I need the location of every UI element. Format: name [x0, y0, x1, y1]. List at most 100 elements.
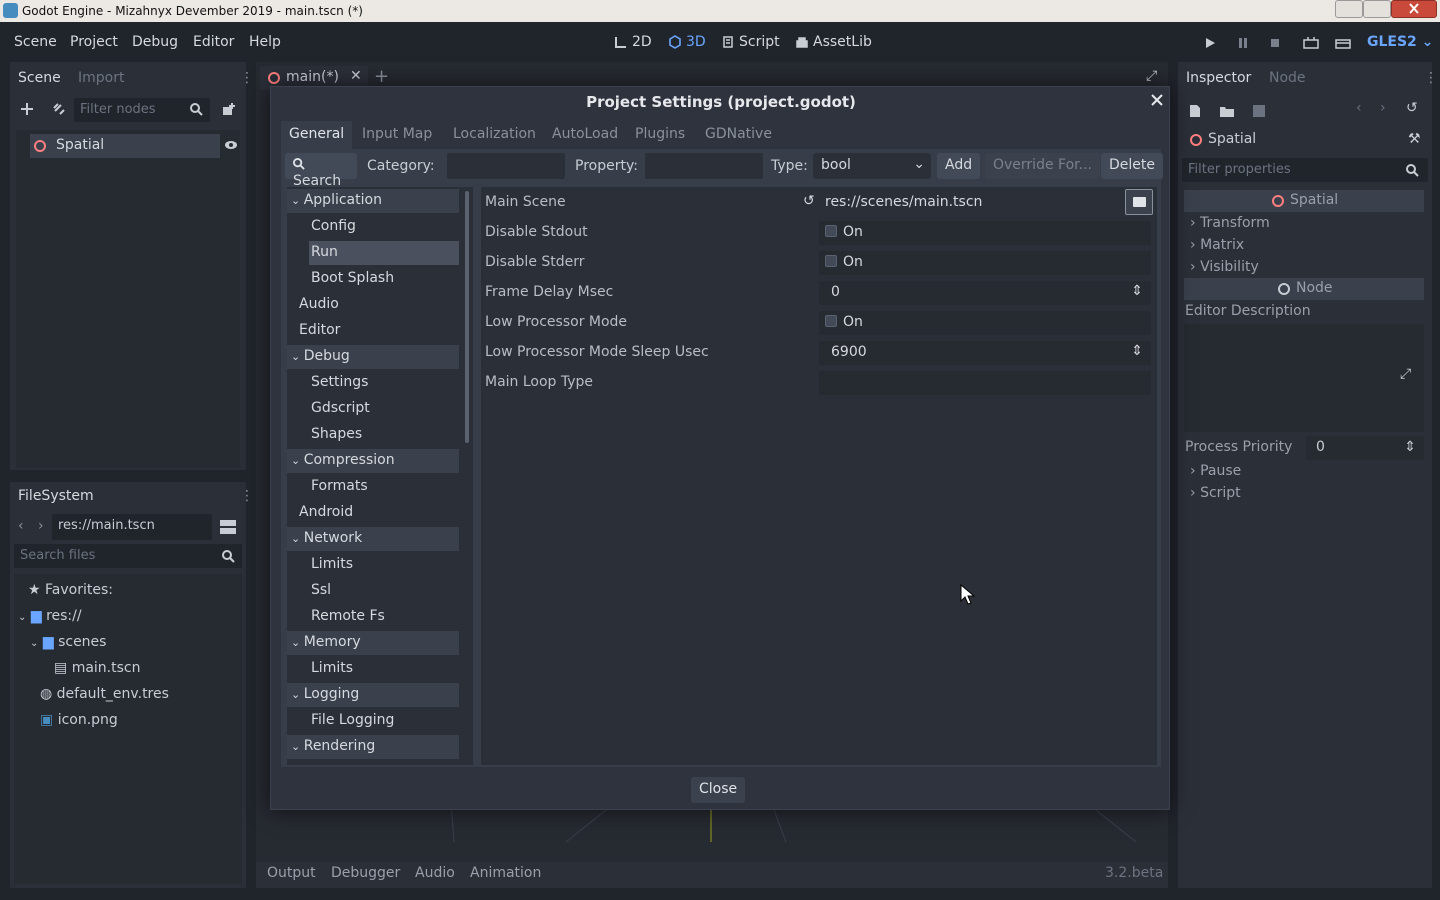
delete-button[interactable]: Delete: [1101, 153, 1163, 179]
workspace-assetlib[interactable]: AssetLib: [795, 34, 872, 50]
settings-tree-item[interactable]: Boot Splash: [309, 267, 459, 291]
dialog-close-button[interactable]: Close: [691, 777, 746, 803]
tab-import[interactable]: Import: [78, 70, 124, 86]
visibility-eye-icon[interactable]: [224, 139, 238, 151]
play-custom-scene-icon[interactable]: [1335, 36, 1351, 50]
settings-tree-item[interactable]: Limits: [309, 657, 459, 681]
settings-tree-item[interactable]: ⌄ Logging: [287, 683, 459, 707]
category-input[interactable]: [447, 153, 565, 179]
setting-text-editor[interactable]: [819, 371, 1151, 395]
tab-inspector[interactable]: Inspector: [1186, 70, 1251, 86]
process-priority-spinbox[interactable]: 0 ⇕: [1306, 436, 1424, 460]
override-for-button[interactable]: Override For...: [985, 153, 1100, 179]
settings-tree-item[interactable]: Run: [309, 241, 459, 265]
settings-tree-item[interactable]: Config: [309, 215, 459, 239]
settings-tree-item[interactable]: Settings: [309, 371, 459, 395]
settings-tree-item[interactable]: ⌄ Network: [287, 527, 459, 551]
browse-folder-button[interactable]: [1125, 189, 1153, 215]
tab-plugins[interactable]: Plugins: [627, 121, 693, 149]
forward-arrow-icon[interactable]: ›: [38, 518, 44, 534]
res-root-item[interactable]: ⌄ ▆ res://: [18, 608, 82, 624]
settings-tree-item[interactable]: Editor: [287, 319, 459, 343]
search-button[interactable]: Search: [285, 153, 357, 189]
tab-audio[interactable]: Audio: [415, 865, 455, 881]
inspector-menu-icon[interactable]: ⋮: [1424, 70, 1438, 86]
type-select[interactable]: bool ⌄: [813, 153, 931, 179]
icon-png-item[interactable]: ▣ icon.png: [40, 712, 118, 728]
setting-check-editor[interactable]: On: [819, 251, 1151, 275]
setting-check-editor[interactable]: On: [819, 221, 1151, 245]
section-script[interactable]: › Script: [1190, 485, 1241, 501]
section-spatial[interactable]: Spatial: [1184, 190, 1424, 212]
instance-scene-icon[interactable]: [222, 102, 236, 116]
settings-tree-item[interactable]: Remote Fs: [309, 605, 459, 629]
new-resource-icon[interactable]: [1188, 104, 1202, 118]
pause-icon[interactable]: [1236, 36, 1250, 50]
dock-menu-icon[interactable]: ⋮: [240, 70, 254, 86]
menu-editor[interactable]: Editor: [193, 34, 234, 50]
play-scene-icon[interactable]: [1303, 36, 1319, 50]
checkbox[interactable]: [825, 315, 837, 327]
maximize-button[interactable]: [1363, 0, 1391, 18]
add-tab-icon[interactable]: +: [374, 66, 389, 87]
history-icon[interactable]: ↺: [1406, 100, 1418, 116]
link-icon[interactable]: [52, 102, 66, 116]
section-visibility[interactable]: › Visibility: [1190, 259, 1259, 275]
spin-arrows-icon[interactable]: ⇕: [1131, 343, 1143, 359]
filesystem-path-field[interactable]: res://main.tscn: [52, 514, 212, 540]
tab-animation[interactable]: Animation: [470, 865, 541, 881]
settings-tree-item[interactable]: Limits: [309, 553, 459, 577]
open-folder-icon[interactable]: [1219, 104, 1235, 118]
settings-tree-item[interactable]: Android: [287, 501, 459, 525]
history-forward-icon[interactable]: ›: [1380, 100, 1386, 116]
settings-tree-item[interactable]: ⌄ Memory: [287, 631, 459, 655]
property-input[interactable]: [645, 153, 763, 179]
tab-node[interactable]: Node: [1269, 70, 1306, 86]
favorites-item[interactable]: ★ Favorites:: [28, 582, 113, 598]
menu-help[interactable]: Help: [249, 34, 281, 50]
menu-debug[interactable]: Debug: [132, 34, 178, 50]
menu-project[interactable]: Project: [70, 34, 118, 50]
spin-arrows-icon[interactable]: ⇕: [1131, 283, 1143, 299]
stop-icon[interactable]: [1268, 36, 1282, 50]
renderer-select[interactable]: GLES2 ⌄: [1367, 34, 1433, 50]
save-icon[interactable]: [1252, 104, 1266, 118]
close-window-button[interactable]: [1391, 0, 1437, 18]
scene-node-spatial[interactable]: Spatial: [30, 134, 220, 158]
revert-icon[interactable]: ↺: [803, 193, 815, 209]
distraction-free-icon[interactable]: ⤢: [1146, 68, 1157, 84]
expand-icon[interactable]: ⤢: [1400, 366, 1411, 382]
tab-scene[interactable]: Scene: [18, 70, 61, 86]
back-arrow-icon[interactable]: ‹: [18, 518, 24, 534]
tab-autoload[interactable]: AutoLoad: [544, 121, 626, 149]
add-node-icon[interactable]: [20, 102, 34, 116]
dialog-close-icon[interactable]: [1150, 93, 1164, 107]
tab-gdnative[interactable]: GDNative: [697, 121, 780, 149]
setting-spin-editor[interactable]: 6900 ⇕: [819, 341, 1151, 365]
setting-path-editor[interactable]: ↺ res://scenes/main.tscn: [803, 189, 1153, 215]
settings-tree-item[interactable]: Gdscript: [309, 397, 459, 421]
settings-tree-item[interactable]: ⌄ Rendering: [287, 735, 459, 759]
setting-check-editor[interactable]: On: [819, 311, 1151, 335]
add-button[interactable]: Add: [937, 153, 981, 179]
split-mode-icon[interactable]: [220, 520, 236, 534]
tab-debugger[interactable]: Debugger: [331, 865, 400, 881]
settings-tree-item[interactable]: ⌄ Application: [287, 189, 459, 213]
workspace-script[interactable]: Script: [721, 34, 780, 50]
minimize-button[interactable]: [1335, 0, 1363, 18]
search-files-input[interactable]: Search files: [14, 544, 242, 568]
settings-tree-item[interactable]: Formats: [309, 475, 459, 499]
filesystem-menu-icon[interactable]: ⋮: [240, 488, 254, 504]
setting-spin-editor[interactable]: 0 ⇕: [819, 281, 1151, 305]
editor-description-field[interactable]: [1184, 324, 1424, 432]
tab-output[interactable]: Output: [267, 865, 316, 881]
section-node[interactable]: Node: [1184, 278, 1424, 300]
tab-input-map[interactable]: Input Map: [354, 121, 440, 149]
checkbox[interactable]: [825, 255, 837, 267]
section-transform[interactable]: › Transform: [1190, 215, 1270, 231]
settings-tree-item[interactable]: Audio: [287, 293, 459, 317]
play-icon[interactable]: [1203, 36, 1217, 50]
default-env-item[interactable]: ◍ default_env.tres: [40, 686, 169, 702]
settings-tree-item[interactable]: Ssl: [309, 579, 459, 603]
workspace-2d[interactable]: 2D: [614, 34, 652, 50]
